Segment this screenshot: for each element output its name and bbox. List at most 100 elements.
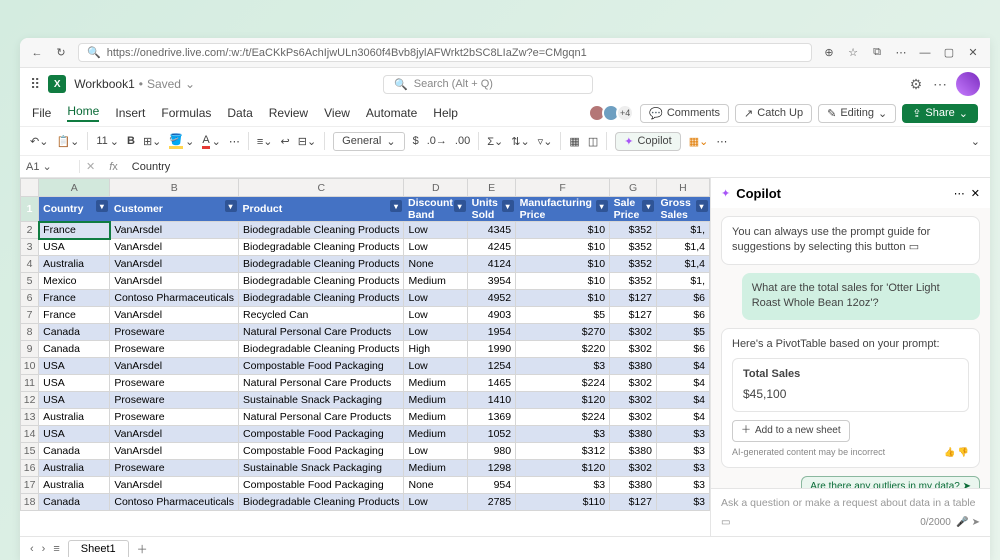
menu-insert[interactable]: Insert xyxy=(115,106,145,120)
addins-icon[interactable]: ◫ xyxy=(588,135,598,148)
row-header[interactable]: 4 xyxy=(21,256,39,273)
catchup-button[interactable]: ↗Catch Up xyxy=(735,104,812,123)
cell[interactable]: Biodegradable Cleaning Products xyxy=(239,290,404,307)
cell[interactable]: Proseware xyxy=(110,409,239,426)
cell[interactable]: $302 xyxy=(610,460,657,477)
sort-icon[interactable]: ⇅⌄ xyxy=(511,135,529,148)
cell[interactable]: VanArsdel xyxy=(110,443,239,460)
cell[interactable]: Contoso Pharmaceuticals xyxy=(110,290,239,307)
align-center-icon[interactable]: ≡⌄ xyxy=(257,135,273,148)
chevron-down-icon[interactable]: ⌄ xyxy=(185,77,195,91)
settings-icon[interactable]: ⚙ xyxy=(908,76,924,92)
cell[interactable]: $352 xyxy=(610,222,657,239)
cell[interactable]: $4 xyxy=(656,375,709,392)
cell[interactable]: None xyxy=(404,256,468,273)
cell[interactable]: $1, xyxy=(656,222,709,239)
all-sheets-icon[interactable]: ≡ xyxy=(53,543,59,555)
cell[interactable]: $10 xyxy=(516,290,610,307)
filter-icon[interactable]: ▾ xyxy=(390,200,402,212)
cell[interactable]: $302 xyxy=(610,392,657,409)
cell[interactable]: Natural Personal Care Products xyxy=(239,324,404,341)
close-icon[interactable]: ✕ xyxy=(971,187,980,200)
cell[interactable]: VanArsdel xyxy=(110,256,239,273)
cell[interactable]: $352 xyxy=(610,256,657,273)
app-launcher-icon[interactable]: ⠿ xyxy=(30,76,40,93)
row-header[interactable]: 18 xyxy=(21,494,39,511)
row-header[interactable]: 2 xyxy=(21,222,39,239)
cell[interactable]: $1,4 xyxy=(656,239,709,256)
row-header[interactable]: 16 xyxy=(21,460,39,477)
cell[interactable]: $3 xyxy=(516,477,610,494)
cell[interactable]: VanArsdel xyxy=(110,477,239,494)
thumbs-up-icon[interactable]: 👍 xyxy=(944,447,955,457)
cell[interactable]: $3 xyxy=(516,426,610,443)
menu-view[interactable]: View xyxy=(324,106,350,120)
cell[interactable]: $6 xyxy=(656,307,709,324)
cell[interactable]: High xyxy=(404,341,468,358)
cell[interactable]: 4345 xyxy=(468,222,516,239)
cell[interactable]: $224 xyxy=(516,375,610,392)
filter-icon[interactable]: ▾ xyxy=(596,200,608,212)
cell[interactable]: USA xyxy=(39,358,110,375)
cell[interactable]: Medium xyxy=(404,460,468,477)
cell[interactable]: France xyxy=(39,307,110,324)
cell[interactable]: $380 xyxy=(610,358,657,375)
cell[interactable]: VanArsdel xyxy=(110,222,239,239)
ribbon-more-icon[interactable]: ⋯ xyxy=(716,135,727,148)
cell[interactable]: Proseware xyxy=(110,460,239,477)
row-header[interactable]: 9 xyxy=(21,341,39,358)
merge-icon[interactable]: ⊟⌄ xyxy=(298,135,316,148)
menu-data[interactable]: Data xyxy=(227,106,252,120)
cell[interactable]: $380 xyxy=(610,426,657,443)
filter-icon[interactable]: ▾ xyxy=(696,200,708,212)
cell[interactable]: Sustainable Snack Packaging xyxy=(239,460,404,477)
collections-icon[interactable]: ⧉ xyxy=(870,46,884,60)
close-icon[interactable]: ✕ xyxy=(966,46,980,60)
cell[interactable]: Medium xyxy=(404,273,468,290)
filter-icon[interactable]: ▾ xyxy=(642,200,654,212)
favorite-icon[interactable]: ☆ xyxy=(846,46,860,60)
cell[interactable]: Compostable Food Packaging xyxy=(239,477,404,494)
cell[interactable]: 1254 xyxy=(468,358,516,375)
cell[interactable]: Low xyxy=(404,307,468,324)
table-header[interactable]: Country▾ xyxy=(39,197,110,222)
undo-icon[interactable]: ↶⌄ xyxy=(30,135,48,148)
cell[interactable]: Canada xyxy=(39,494,110,511)
row-header[interactable]: 10 xyxy=(21,358,39,375)
col-header[interactable]: F xyxy=(516,179,610,197)
col-header[interactable]: B xyxy=(110,179,239,197)
cell[interactable]: VanArsdel xyxy=(110,307,239,324)
cell[interactable]: 980 xyxy=(468,443,516,460)
cell[interactable]: Biodegradable Cleaning Products xyxy=(239,222,404,239)
cell[interactable]: None xyxy=(404,477,468,494)
tab-prev-icon[interactable]: ‹ xyxy=(30,543,34,555)
table-header[interactable]: Sale Price▾ xyxy=(610,197,657,222)
cell[interactable]: Proseware xyxy=(110,324,239,341)
cell[interactable]: Mexico xyxy=(39,273,110,290)
menu-help[interactable]: Help xyxy=(433,106,458,120)
cell[interactable]: Contoso Pharmaceuticals xyxy=(110,494,239,511)
address-bar[interactable]: 🔍 https://onedrive.live.com/:w:/t/EaCKkP… xyxy=(78,43,812,62)
table-header[interactable]: Discount Band▾ xyxy=(404,197,468,222)
cell[interactable]: Australia xyxy=(39,460,110,477)
cell[interactable]: Australia xyxy=(39,477,110,494)
cell[interactable]: $5 xyxy=(516,307,610,324)
cell[interactable]: 4124 xyxy=(468,256,516,273)
sheet-grid[interactable]: ABCDEFGH1Country▾Customer▾Product▾Discou… xyxy=(20,178,710,536)
row-header[interactable]: 11 xyxy=(21,375,39,392)
send-icon[interactable]: ➤ xyxy=(972,517,980,528)
row-header[interactable]: 14 xyxy=(21,426,39,443)
cell[interactable]: $302 xyxy=(610,375,657,392)
cell[interactable]: VanArsdel xyxy=(110,239,239,256)
paste-icon[interactable]: 📋⌄ xyxy=(56,135,79,148)
menu-home[interactable]: Home xyxy=(67,104,99,122)
cell[interactable]: USA xyxy=(39,375,110,392)
ribbon-collapse-icon[interactable]: ⌄ xyxy=(971,135,980,148)
cell[interactable]: $220 xyxy=(516,341,610,358)
cell[interactable]: $302 xyxy=(610,324,657,341)
cell[interactable]: 1990 xyxy=(468,341,516,358)
cell[interactable]: $120 xyxy=(516,392,610,409)
cell[interactable]: Biodegradable Cleaning Products xyxy=(239,239,404,256)
row-header[interactable]: 17 xyxy=(21,477,39,494)
table-header[interactable]: Customer▾ xyxy=(110,197,239,222)
